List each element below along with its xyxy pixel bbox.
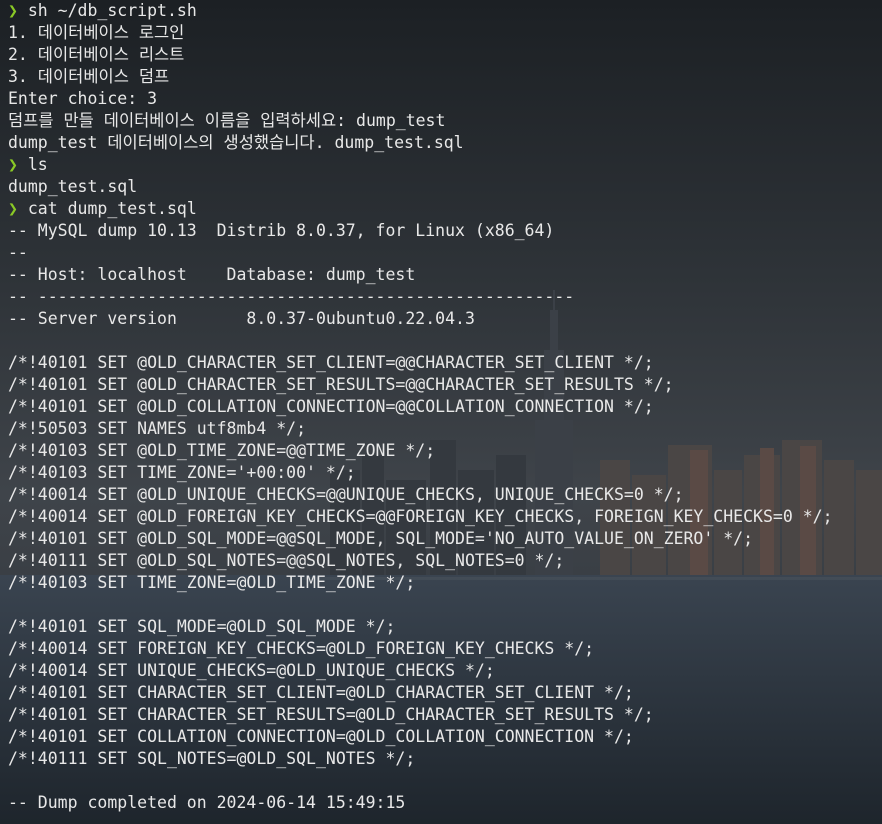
output-text: /*!40014 SET @OLD_UNIQUE_CHECKS=@@UNIQUE… [8,485,684,504]
output-text: -- Server version 8.0.37-0ubuntu0.22.04.… [8,309,475,328]
output-line: -- [8,242,878,264]
output-line: dump_test.sql [8,176,878,198]
output-line: /*!40103 SET @OLD_TIME_ZONE=@@TIME_ZONE … [8,440,878,462]
output-text: /*!40101 SET @OLD_CHARACTER_SET_RESULTS=… [8,375,674,394]
output-text: 2. 데이터베이스 리스트 [8,45,185,64]
output-text: -- Dump completed on 2024-06-14 15:49:15 [8,793,406,812]
output-text: 1. 데이터베이스 로그인 [8,23,185,42]
output-text: /*!40103 SET @OLD_TIME_ZONE=@@TIME_ZONE … [8,441,436,460]
output-line: Enter choice: 3 [8,88,878,110]
output-text: /*!40103 SET TIME_ZONE=@OLD_TIME_ZONE */… [8,573,416,592]
output-text: /*!40101 SET SQL_MODE=@OLD_SQL_MODE */; [8,617,396,636]
output-text: -- -------------------------------------… [8,287,575,306]
command-line: ❯ cat dump_test.sql [8,198,878,220]
output-line: /*!40101 SET SQL_MODE=@OLD_SQL_MODE */; [8,616,878,638]
output-line: -- -------------------------------------… [8,286,878,308]
output-text: 3. 데이터베이스 덤프 [8,67,170,86]
output-line: /*!40014 SET @OLD_FOREIGN_KEY_CHECKS=@@F… [8,506,878,528]
output-text: /*!40101 SET @OLD_COLLATION_CONNECTION=@… [8,397,654,416]
prompt-chevron-icon: ❯ [8,199,28,218]
output-line: 1. 데이터베이스 로그인 [8,22,878,44]
output-line: /*!40101 SET CHARACTER_SET_RESULTS=@OLD_… [8,704,878,726]
output-text: /*!40101 SET @OLD_SQL_MODE=@@SQL_MODE, S… [8,529,754,548]
output-line: -- Server version 8.0.37-0ubuntu0.22.04.… [8,308,878,330]
output-line: /*!40014 SET FOREIGN_KEY_CHECKS=@OLD_FOR… [8,638,878,660]
output-line: /*!40101 SET CHARACTER_SET_CLIENT=@OLD_C… [8,682,878,704]
output-text: -- [8,243,28,262]
output-text: /*!40103 SET TIME_ZONE='+00:00' */; [8,463,356,482]
output-text: /*!40014 SET FOREIGN_KEY_CHECKS=@OLD_FOR… [8,639,595,658]
output-text: dump_test 데이터베이스의 생성했습니다. dump_test.sql [8,133,464,152]
output-line: dump_test 데이터베이스의 생성했습니다. dump_test.sql [8,132,878,154]
output-line: -- MySQL dump 10.13 Distrib 8.0.37, for … [8,220,878,242]
command-text: sh ~/db_script.sh [27,1,197,20]
output-line: 덤프를 만들 데이터베이스 이름을 입력하세요: dump_test [8,110,878,132]
command-line: ❯ sh ~/db_script.sh [8,0,878,22]
output-text: dump_test.sql [8,177,138,196]
output-line: /*!40103 SET TIME_ZONE=@OLD_TIME_ZONE */… [8,572,878,594]
output-text: /*!40101 SET CHARACTER_SET_CLIENT=@OLD_C… [8,683,634,702]
output-line: /*!40101 SET @OLD_CHARACTER_SET_CLIENT=@… [8,352,878,374]
output-text: /*!50503 SET NAMES utf8mb4 */; [8,419,307,438]
command-text: ls [27,155,48,174]
output-text: /*!40014 SET UNIQUE_CHECKS=@OLD_UNIQUE_C… [8,661,495,680]
terminal-output[interactable]: ❯ sh ~/db_script.sh 1. 데이터베이스 로그인 2. 데이터베이… [8,0,878,814]
output-text: /*!40014 SET @OLD_FOREIGN_KEY_CHECKS=@@F… [8,507,833,526]
output-text: /*!40111 SET @OLD_SQL_NOTES=@@SQL_NOTES,… [8,551,565,570]
prompt-chevron-icon: ❯ [8,1,28,20]
output-line: /*!40014 SET UNIQUE_CHECKS=@OLD_UNIQUE_C… [8,660,878,682]
output-line: /*!40101 SET @OLD_SQL_MODE=@@SQL_MODE, S… [8,528,878,550]
command-line: ❯ ls [8,154,878,176]
output-text: /*!40111 SET SQL_NOTES=@OLD_SQL_NOTES */… [8,749,416,768]
output-line: -- Dump completed on 2024-06-14 15:49:15 [8,792,878,814]
output-line: /*!40103 SET TIME_ZONE='+00:00' */; [8,462,878,484]
output-line: /*!40111 SET SQL_NOTES=@OLD_SQL_NOTES */… [8,748,878,770]
output-text: /*!40101 SET COLLATION_CONNECTION=@OLD_C… [8,727,634,746]
output-line: /*!40101 SET COLLATION_CONNECTION=@OLD_C… [8,726,878,748]
output-text: /*!40101 SET @OLD_CHARACTER_SET_CLIENT=@… [8,353,654,372]
output-line: /*!50503 SET NAMES utf8mb4 */; [8,418,878,440]
output-line: -- Host: localhost Database: dump_test [8,264,878,286]
output-text: /*!40101 SET CHARACTER_SET_RESULTS=@OLD_… [8,705,654,724]
output-line: /*!40014 SET @OLD_UNIQUE_CHECKS=@@UNIQUE… [8,484,878,506]
command-text: cat dump_test.sql [27,199,197,218]
output-text: -- MySQL dump 10.13 Distrib 8.0.37, for … [8,221,555,240]
output-line: /*!40101 SET @OLD_COLLATION_CONNECTION=@… [8,396,878,418]
output-line: 2. 데이터베이스 리스트 [8,44,878,66]
output-text: Enter choice: 3 [8,89,158,108]
output-text: -- Host: localhost Database: dump_test [8,265,416,284]
output-line: /*!40111 SET @OLD_SQL_NOTES=@@SQL_NOTES,… [8,550,878,572]
output-line: /*!40101 SET @OLD_CHARACTER_SET_RESULTS=… [8,374,878,396]
prompt-chevron-icon: ❯ [8,155,28,174]
output-text: 덤프를 만들 데이터베이스 이름을 입력하세요: dump_test [8,111,446,130]
output-line: 3. 데이터베이스 덤프 [8,66,878,88]
